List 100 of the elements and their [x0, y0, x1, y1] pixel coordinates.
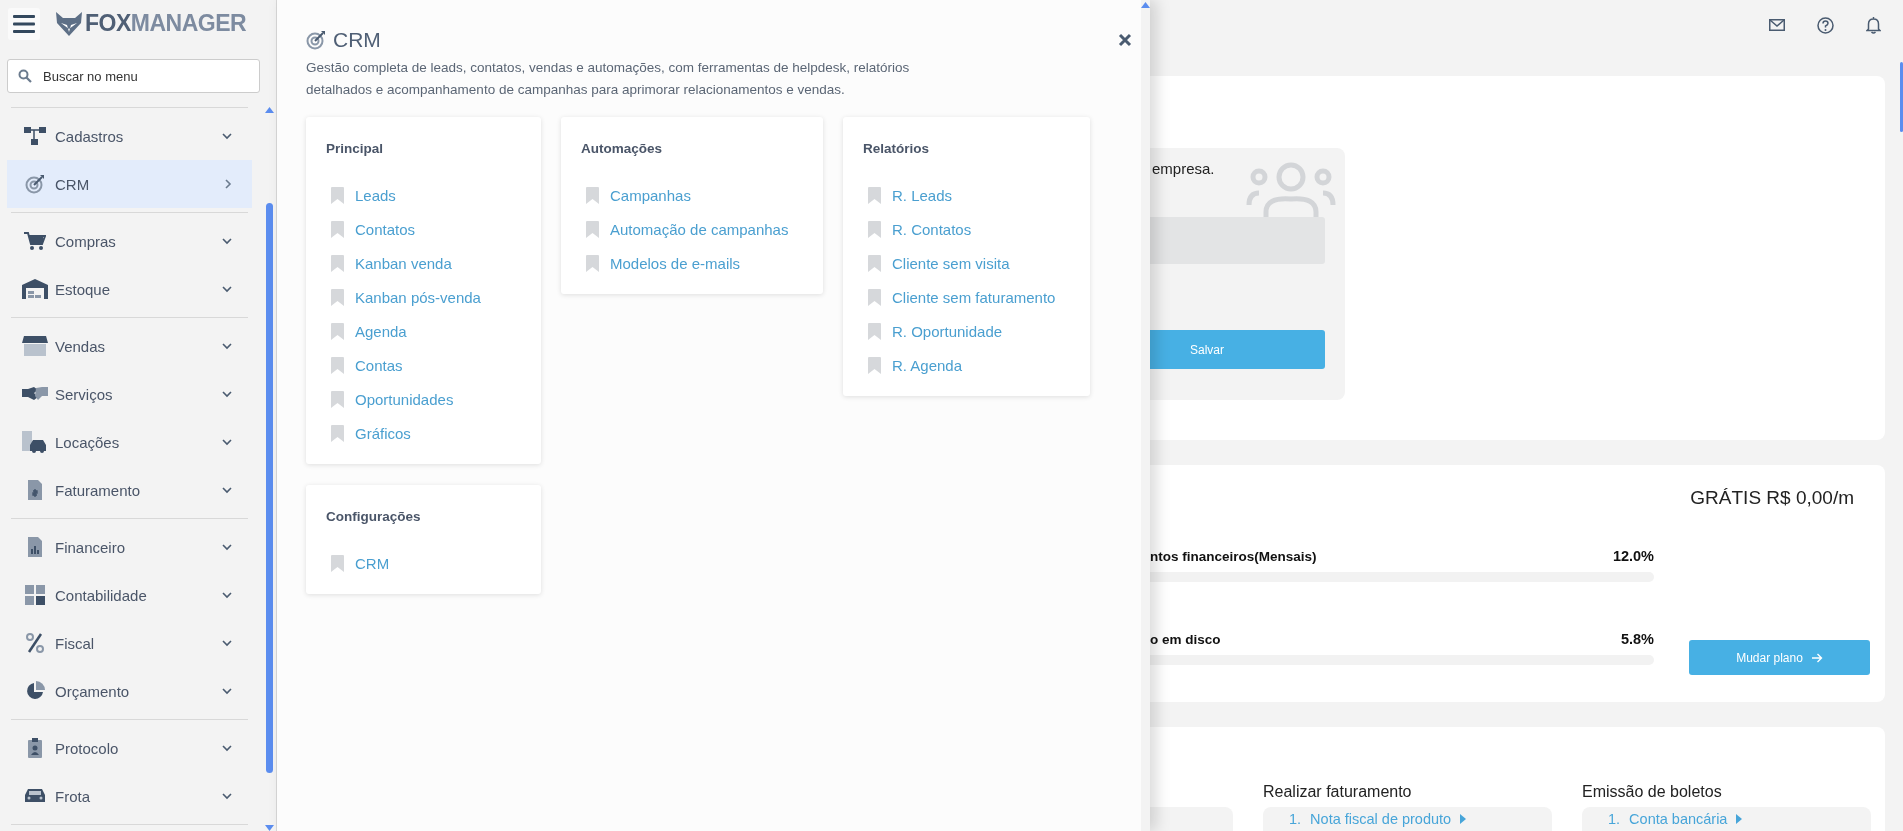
- percent-icon: [26, 633, 44, 653]
- menu-link[interactable]: R. Contatos: [868, 212, 1080, 246]
- chevron-down-icon: [222, 342, 232, 350]
- scroll-up-icon[interactable]: [1141, 2, 1150, 8]
- input-field[interactable]: [1150, 217, 1325, 264]
- chevron-down-icon: [222, 237, 232, 245]
- chevron-right-icon: [224, 179, 232, 189]
- bookmark-icon: [586, 220, 599, 238]
- bookmark-icon: [331, 554, 344, 572]
- bookmark-icon: [331, 288, 344, 306]
- menu-item[interactable]: Faturamento: [7, 466, 252, 514]
- section-heading: Configurações: [326, 509, 422, 524]
- menu-item[interactable]: Financeiro: [7, 523, 252, 571]
- menu-item[interactable]: Orçamento: [7, 667, 252, 715]
- menu-item[interactable]: Vendas: [7, 322, 252, 370]
- bookmark-icon: [868, 220, 881, 238]
- usage-label: o em disco: [1150, 632, 1221, 647]
- step-link[interactable]: 1. Nota fiscal de produto: [1289, 811, 1552, 827]
- menu-link[interactable]: Automação de campanhas: [586, 212, 813, 246]
- menu-link[interactable]: Cliente sem faturamento: [868, 280, 1080, 314]
- menu-item[interactable]: Serviços: [7, 370, 252, 418]
- save-button[interactable]: Salvar: [1150, 330, 1325, 369]
- menu-link[interactable]: Leads: [331, 178, 531, 212]
- bookmark-icon: [331, 186, 344, 204]
- caret-icon: [1736, 814, 1743, 824]
- menu-item[interactable]: Frota: [7, 772, 252, 820]
- handshake-icon: [22, 385, 48, 403]
- section-heading: Automações: [581, 141, 664, 156]
- menu-item[interactable]: Fiscal: [7, 619, 252, 667]
- step-link[interactable]: 1. Conta bancária: [1608, 811, 1871, 827]
- menu-button[interactable]: [8, 7, 40, 40]
- steps-title: Emissão de boletos: [1582, 783, 1723, 802]
- logo-text: FOXMANAGER: [85, 10, 247, 37]
- chevron-down-icon: [222, 792, 232, 800]
- bookmark-icon: [586, 186, 599, 204]
- calculator-icon: [25, 585, 45, 605]
- close-icon: [1118, 33, 1132, 47]
- arrow-right-icon: [1811, 652, 1823, 663]
- change-plan-button[interactable]: Mudar plano: [1689, 640, 1870, 675]
- menu-link[interactable]: R. Leads: [868, 178, 1080, 212]
- chevron-down-icon: [222, 543, 232, 551]
- chevron-down-icon: [222, 390, 232, 398]
- bookmark-icon: [331, 220, 344, 238]
- chevron-down-icon: [222, 591, 232, 599]
- caret-icon: [1460, 814, 1467, 824]
- search-field[interactable]: Buscar no menu: [7, 59, 260, 93]
- setup-text: empresa.: [1151, 160, 1215, 177]
- report-icon: [28, 537, 42, 557]
- usage-percent: 12.0%: [1612, 548, 1654, 564]
- bookmark-icon: [331, 254, 344, 272]
- help-icon[interactable]: [1817, 16, 1834, 34]
- pie-chart-icon: [25, 681, 45, 701]
- menu-link[interactable]: Kanban venda: [331, 246, 531, 280]
- mail-icon[interactable]: [1769, 19, 1785, 31]
- sitemap-icon: [24, 126, 46, 146]
- menu-item[interactable]: Estoque: [7, 265, 252, 313]
- bell-icon[interactable]: [1866, 16, 1881, 34]
- menu-item[interactable]: Contabilidade: [7, 571, 252, 619]
- bookmark-icon: [586, 254, 599, 272]
- menu-link[interactable]: Kanban pós-venda: [331, 280, 531, 314]
- menu-link[interactable]: Contatos: [331, 212, 531, 246]
- menu-link[interactable]: Agenda: [331, 314, 531, 348]
- menu-item[interactable]: Locações: [7, 418, 252, 466]
- chevron-down-icon: [222, 486, 232, 494]
- menu-link[interactable]: Gráficos: [331, 416, 531, 450]
- panel-title: CRM: [333, 28, 382, 52]
- bookmark-icon: [331, 424, 344, 442]
- menu-link[interactable]: Cliente sem visita: [868, 246, 1080, 280]
- search-icon: [18, 69, 32, 83]
- menu-link[interactable]: Contas: [331, 348, 531, 382]
- section-heading: Principal: [326, 141, 385, 156]
- usage-label: ntos financeiros(Mensais): [1150, 549, 1317, 564]
- menu-link[interactable]: R. Agenda: [868, 348, 1080, 382]
- bookmark-icon: [868, 254, 881, 272]
- section-heading: Relatórios: [863, 141, 931, 156]
- menu-item[interactable]: CRM: [7, 160, 252, 208]
- menu-item[interactable]: Compras: [7, 217, 252, 265]
- bookmark-icon: [331, 390, 344, 408]
- chevron-down-icon: [222, 744, 232, 752]
- menu-link[interactable]: CRM: [331, 546, 531, 580]
- warehouse-icon: [22, 279, 48, 299]
- menu-item[interactable]: Protocolo: [7, 724, 252, 772]
- menu-link[interactable]: Oportunidades: [331, 382, 531, 416]
- building-car-icon: [22, 431, 48, 453]
- steps-title: Realizar faturamento: [1263, 783, 1413, 802]
- close-button[interactable]: [1116, 31, 1134, 49]
- menu-item[interactable]: Cadastros: [7, 112, 252, 160]
- menu-link[interactable]: Modelos de e-mails: [586, 246, 813, 280]
- badge-icon: [28, 738, 42, 758]
- target-icon: [306, 30, 326, 50]
- usage-percent: 5.8%: [1620, 631, 1654, 647]
- scroll-down-icon[interactable]: [265, 825, 274, 831]
- menu-link[interactable]: Campanhas: [586, 178, 813, 212]
- target-icon: [25, 174, 45, 194]
- chevron-down-icon: [222, 687, 232, 695]
- scroll-up-icon[interactable]: [265, 107, 274, 113]
- menu-link[interactable]: R. Oportunidade: [868, 314, 1080, 348]
- menu-icon: [13, 14, 35, 33]
- bookmark-icon: [868, 288, 881, 306]
- chevron-down-icon: [222, 285, 232, 293]
